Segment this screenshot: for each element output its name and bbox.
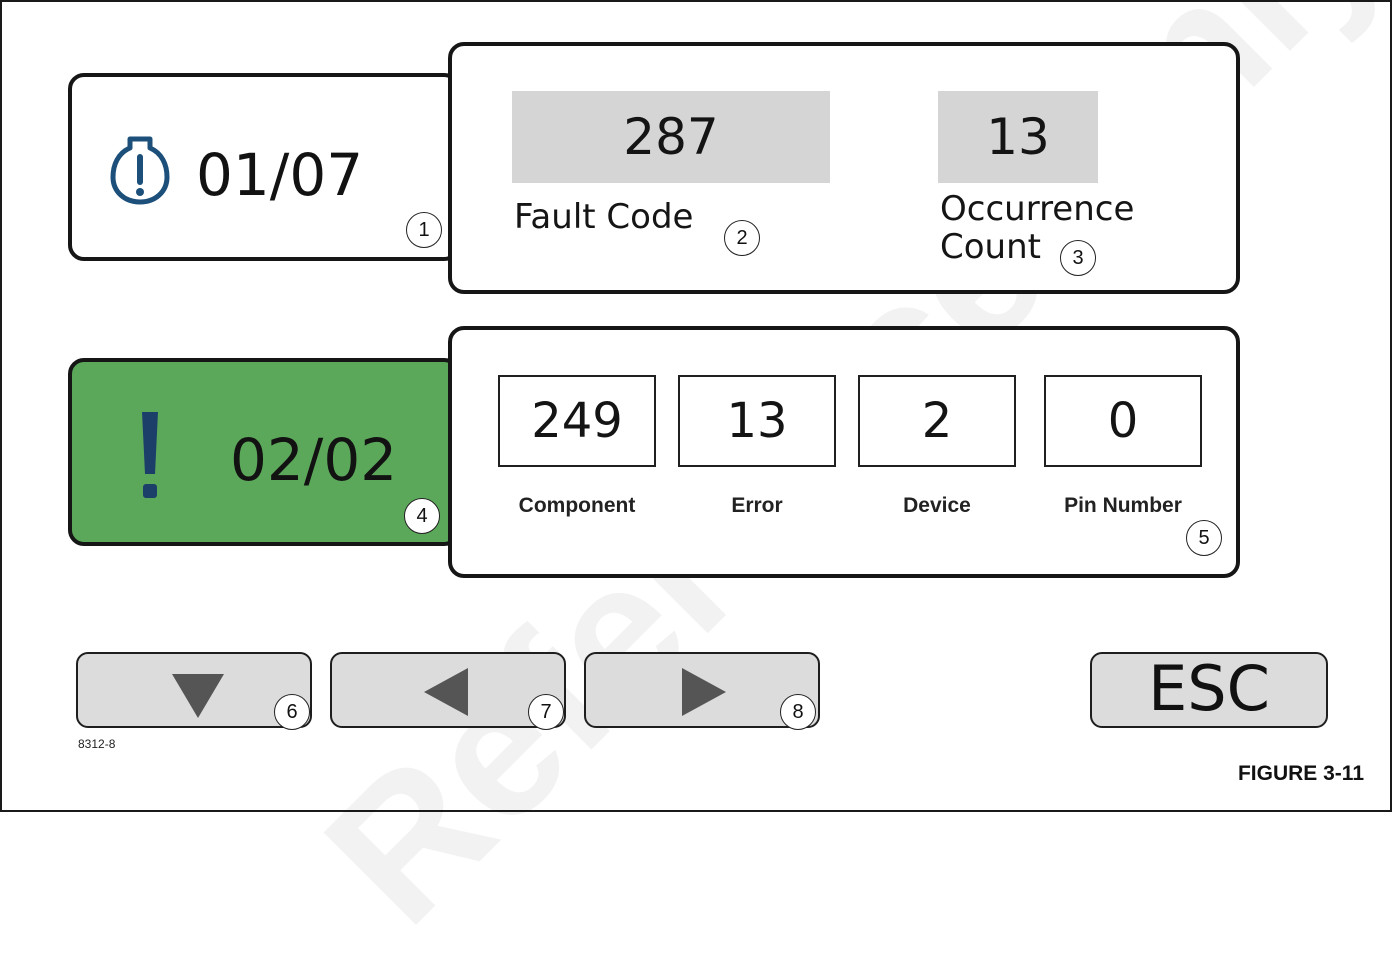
callout-5: 5 [1186, 520, 1222, 556]
callout-3: 3 [1060, 240, 1096, 276]
callout-2: 2 [724, 220, 760, 256]
component-label: Component [518, 494, 636, 517]
callout-4: 4 [404, 498, 440, 534]
triangle-down-icon [172, 674, 224, 718]
fault-index-1: 01/07 [196, 141, 364, 209]
fault-index-2: 02/02 [230, 426, 398, 494]
fault-code-label: Fault Code [514, 197, 694, 237]
device-label: Device [903, 494, 971, 517]
exclamation-icon [138, 408, 162, 504]
component-value: 249 [498, 375, 656, 467]
error-value: 13 [678, 375, 836, 467]
callout-8: 8 [780, 694, 816, 730]
figure-label: FIGURE 3-11 [1237, 762, 1364, 785]
callout-6: 6 [274, 694, 310, 730]
occurrence-count-value: 13 [938, 91, 1098, 183]
fault-detail-panel-1: 287 Fault Code 13 Occurrence Count [448, 42, 1240, 294]
callout-7: 7 [528, 694, 564, 730]
fault-detail-panel-2: 249 Component 13 Error 2 Device 0 Pin Nu… [448, 326, 1240, 578]
pin-number-value: 0 [1044, 375, 1202, 467]
fault-code-value: 287 [512, 91, 830, 183]
engine-warning-icon [110, 135, 170, 205]
occurrence-count-label: Occurrence Count [940, 189, 1135, 267]
pin-number-label: Pin Number [1064, 494, 1182, 517]
esc-button[interactable]: ESC [1090, 652, 1328, 728]
device-value: 2 [858, 375, 1016, 467]
triangle-right-icon [682, 668, 726, 716]
error-label: Error [731, 494, 783, 517]
triangle-left-icon [424, 668, 468, 716]
callout-1: 1 [406, 212, 442, 248]
fault-index-box-1[interactable]: 01/07 [68, 73, 460, 261]
image-code: 8312-8 [78, 737, 116, 751]
fault-index-box-2[interactable]: 02/02 [68, 358, 460, 546]
